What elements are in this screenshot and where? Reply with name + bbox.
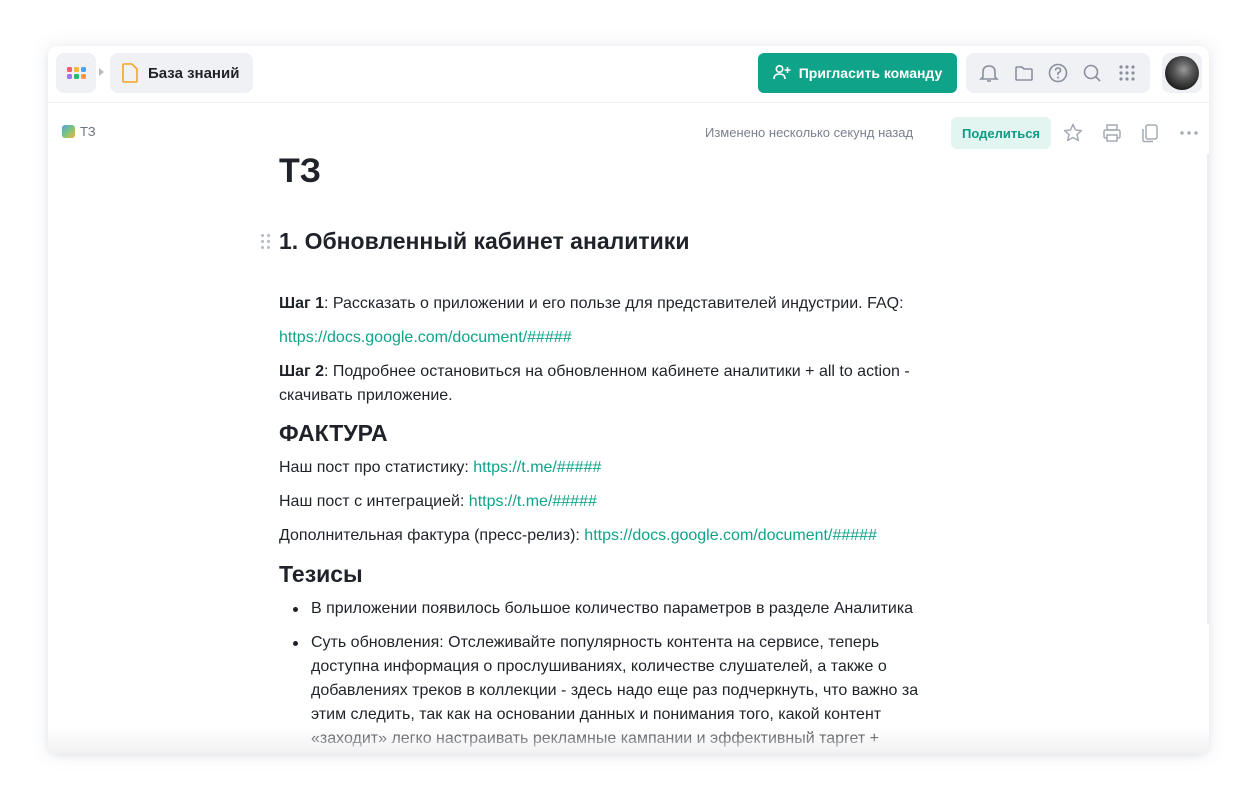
section-heading-facts[interactable]: ФАКТУРА [279, 420, 388, 447]
knowledge-base-label: База знаний [148, 64, 240, 82]
star-icon[interactable] [1062, 122, 1084, 144]
bell-icon[interactable] [978, 62, 1000, 84]
bottom-fade [48, 726, 1209, 754]
faq-link[interactable]: https://docs.google.com/document/##### [279, 329, 572, 346]
section-heading-analytics[interactable]: 1. Обновленный кабинет аналитики [279, 228, 689, 255]
drag-handle-icon[interactable] [261, 234, 270, 249]
knowledge-base-breadcrumb[interactable]: База знаний [110, 53, 254, 93]
top-bar: База знаний Пригласить команду [48, 46, 1209, 103]
app-window: База знаний Пригласить команду ТЗ Измене… [48, 46, 1209, 754]
list-item[interactable]: В приложении появилось большое количеств… [293, 597, 951, 621]
paragraph-fact1[interactable]: Наш пост про статистику: https://t.me/##… [279, 456, 959, 480]
document-breadcrumb[interactable]: ТЗ [62, 124, 96, 139]
document-breadcrumb-label: ТЗ [80, 124, 96, 139]
header-tools [966, 53, 1150, 93]
user-avatar[interactable] [1162, 53, 1202, 93]
invite-team-button[interactable]: Пригласить команду [758, 53, 957, 93]
apps-icon[interactable] [1116, 62, 1138, 84]
breadcrumb-chevron-icon [99, 68, 104, 76]
step1-text: : Рассказать о приложении и его пользе д… [323, 295, 904, 312]
stats-post-link[interactable]: https://t.me/##### [473, 459, 601, 476]
help-icon[interactable] [1047, 62, 1069, 84]
scrollbar[interactable] [1207, 154, 1209, 624]
add-user-icon [772, 64, 791, 83]
paragraph-step1-link: https://docs.google.com/document/##### [279, 326, 959, 350]
apps-grid-icon [66, 67, 86, 79]
paragraph-fact3[interactable]: Дополнительная фактура (пресс-релиз): ht… [279, 524, 959, 548]
last-modified-status: Изменено несколько секунд назад [705, 125, 914, 140]
document-title[interactable]: ТЗ [279, 152, 321, 191]
copy-icon[interactable] [1139, 122, 1161, 144]
share-button[interactable]: Поделиться [951, 117, 1051, 149]
search-icon[interactable] [1081, 62, 1103, 84]
paragraph-step1[interactable]: Шаг 1: Рассказать о приложении и его пол… [279, 292, 959, 316]
fact2-text: Наш пост с интеграцией: [279, 493, 469, 510]
document-emoji-icon [62, 125, 75, 138]
press-release-link[interactable]: https://docs.google.com/document/##### [584, 527, 877, 544]
document-icon [122, 63, 138, 83]
fact3-text: Дополнительная фактура (пресс-релиз): [279, 527, 585, 544]
print-icon[interactable] [1101, 122, 1123, 144]
paragraph-step2[interactable]: Шаг 2: Подробнее остановиться на обновле… [279, 360, 959, 408]
paragraph-fact2[interactable]: Наш пост с интеграцией: https://t.me/###… [279, 490, 959, 514]
apps-menu-button[interactable] [56, 53, 96, 93]
integration-post-link[interactable]: https://t.me/##### [469, 493, 597, 510]
more-options-icon[interactable] [1178, 122, 1200, 144]
document-actions [1062, 119, 1200, 147]
step2-text: : Подробнее остановиться на обновленном … [279, 363, 910, 404]
section-heading-theses[interactable]: Тезисы [279, 561, 363, 588]
avatar-image [1165, 56, 1199, 90]
folder-icon[interactable] [1013, 62, 1035, 84]
step1-label: Шаг 1 [279, 295, 324, 312]
invite-team-label: Пригласить команду [798, 65, 943, 81]
fact1-text: Наш пост про статистику: [279, 459, 474, 476]
step2-label: Шаг 2 [279, 363, 324, 380]
